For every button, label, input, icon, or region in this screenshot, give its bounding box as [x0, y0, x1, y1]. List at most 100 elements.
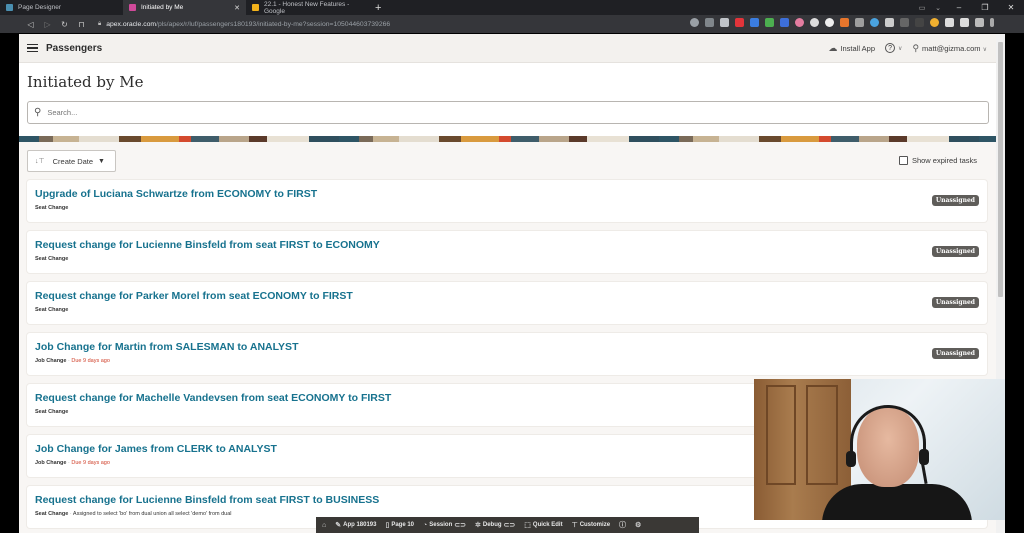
task-title-link[interactable]: Job Change for Martin from SALESMAN to A…	[35, 341, 979, 353]
window-controls: ▭ ⌄ – ❐ ✕	[914, 0, 1024, 15]
search-input[interactable]	[47, 108, 982, 117]
cursor-icon: ⬚	[524, 522, 531, 529]
tab-label: 22.1 - Honest New Features - Google	[264, 0, 350, 15]
forward-icon[interactable]: ▷	[39, 20, 56, 29]
show-expired-checkbox[interactable]	[898, 156, 908, 165]
tab-label: Initiated by Me	[141, 4, 184, 11]
earcup-left	[846, 451, 856, 467]
screen: Page Designer Initiated by Me ✕ 22.1 - H…	[0, 0, 1024, 533]
webcam-overlay	[754, 379, 1005, 520]
quick-edit-button[interactable]: ⬚ Quick Edit	[524, 521, 562, 529]
toggle-icon: ⊂⊃	[454, 522, 466, 529]
task-card[interactable]: Upgrade of Luciana Schwartze from ECONOM…	[27, 180, 987, 222]
extension-pink-icon[interactable]	[795, 18, 804, 27]
tab-label: Page Designer	[18, 4, 61, 11]
task-type: Seat Change	[35, 409, 69, 415]
caret-down-icon: ▼	[98, 157, 105, 165]
menu-icon[interactable]	[990, 18, 994, 27]
session-button[interactable]: ◔ Session ⊂⊃	[423, 521, 466, 530]
paint-roller-icon: ⊤	[571, 522, 578, 529]
sidebar-icon[interactable]	[960, 18, 969, 27]
task-meta: Job Change · Due 9 days ago	[35, 358, 110, 364]
user-icon: ⚲	[912, 42, 920, 53]
extensions-puzzle-icon[interactable]	[945, 18, 954, 27]
cloud-download-icon: ☁	[828, 42, 838, 53]
chevron-down-icon[interactable]: ⌄	[930, 4, 946, 12]
install-app-button[interactable]: ☁ Install App	[828, 43, 875, 54]
task-title-link[interactable]: Request change for Lucienne Binsfeld fro…	[35, 239, 979, 251]
share-icon[interactable]	[705, 18, 714, 27]
extension-camera-icon[interactable]	[855, 18, 864, 27]
status-badge: Unassigned	[931, 297, 979, 308]
address-bar: ◁ ▷ ↻ ⊓ 🔒︎ apex.oracle.com /pls/apex/r/l…	[0, 15, 1024, 33]
due-date: Due 9 days ago	[71, 460, 110, 466]
extension-circle-icon[interactable]	[810, 18, 819, 27]
headset-icon	[850, 405, 926, 461]
bookmark-icon[interactable]: ⊓	[73, 20, 90, 29]
install-icon[interactable]	[690, 18, 699, 27]
session-label: Session	[429, 522, 453, 528]
hamburger-menu-icon[interactable]	[27, 43, 38, 53]
search-icon: ⚲	[34, 107, 42, 118]
task-card[interactable]: Request change for Lucienne Binsfeld fro…	[27, 231, 987, 273]
extension-diamond-icon[interactable]	[870, 18, 879, 27]
extension-yellow-icon[interactable]	[930, 18, 939, 27]
task-type: Seat Change	[35, 256, 69, 262]
task-title-link[interactable]: Upgrade of Luciana Schwartze from ECONOM…	[35, 188, 979, 200]
extension-square-icon[interactable]	[885, 18, 894, 27]
debug-button[interactable]: ✲ Debug ⊂⊃	[475, 521, 515, 529]
show-expired-toggle[interactable]: Show expired tasks	[898, 156, 977, 165]
scrollbar-thumb[interactable]	[998, 42, 1003, 297]
extension-green-icon[interactable]	[765, 18, 774, 27]
extension-dark-circle-icon[interactable]	[825, 18, 834, 27]
restore-button[interactable]: ❐	[972, 3, 998, 12]
info-button[interactable]: ⓘ	[619, 520, 626, 530]
extension-translate-icon[interactable]	[750, 18, 759, 27]
debug-label: Debug	[482, 522, 502, 528]
url-field[interactable]: 🔒︎ apex.oracle.com /pls/apex/r/luf/passe…	[98, 21, 390, 28]
developer-toolbar: ⌂ ✎ App 180193 ▯ Page 10 ◔ Session ⊂⊃ ✲ Debug…	[316, 517, 699, 533]
app-header: Passengers ☁ Install App ? ∨ ⚲ matt@gizma.c…	[19, 34, 1005, 63]
search-field[interactable]: ⚲	[27, 101, 989, 124]
title-region: Initiated by Me ⚲	[19, 63, 1005, 136]
tab-search-icon[interactable]: ▭	[914, 4, 930, 12]
list-toolbar: ↓⊤ Create Date ▼ Show expired tasks	[19, 142, 1005, 180]
extension-m-icon[interactable]	[915, 18, 924, 27]
minimize-button[interactable]: –	[946, 3, 972, 12]
help-menu-button[interactable]: ? ∨	[885, 43, 902, 53]
brave-rewards-icon[interactable]	[735, 18, 744, 27]
task-meta: Seat Change	[35, 205, 979, 211]
close-tab-icon[interactable]: ✕	[234, 4, 240, 12]
page-icon: ▯	[385, 522, 390, 529]
tab-initiated-by-me[interactable]: Initiated by Me ✕	[123, 0, 246, 15]
tab-page-designer[interactable]: Page Designer	[0, 0, 123, 15]
customize-button[interactable]: ⊤ Customize	[572, 521, 610, 529]
page-button[interactable]: ▯ Page 10	[385, 521, 414, 529]
app-button[interactable]: ✎ App 180193	[335, 521, 376, 529]
task-meta: Seat Change	[35, 256, 979, 262]
task-card[interactable]: Job Change for Martin from SALESMAN to A…	[27, 333, 987, 375]
extension-blue-icon[interactable]	[780, 18, 789, 27]
page-label: Page 10	[391, 522, 415, 528]
sort-by-button[interactable]: ↓⊤ Create Date ▼	[27, 150, 116, 172]
user-email: matt@gizma.com	[922, 43, 981, 53]
app-name[interactable]: Passengers	[46, 43, 102, 54]
page-title: Initiated by Me	[27, 73, 144, 91]
extension-orange-icon[interactable]	[840, 18, 849, 27]
new-tab-button[interactable]: +	[375, 2, 381, 14]
task-title-link[interactable]: Request change for Parker Morel from sea…	[35, 290, 979, 302]
tab-google-slides[interactable]: 22.1 - Honest New Features - Google	[246, 0, 369, 15]
brave-shield-icon[interactable]	[720, 18, 729, 27]
session-icon: ◔	[423, 521, 428, 529]
settings-button[interactable]: ⚙	[635, 521, 641, 529]
user-menu-button[interactable]: ⚲ matt@gizma.com ∨	[912, 43, 987, 54]
toggle-icon: ⊂⊃	[503, 522, 516, 529]
reload-icon[interactable]: ↻	[56, 20, 73, 29]
extension-x-icon[interactable]	[900, 18, 909, 27]
wallet-icon[interactable]	[975, 18, 984, 27]
chevron-down-icon: ∨	[982, 46, 987, 53]
back-icon[interactable]: ◁	[22, 20, 39, 29]
task-card[interactable]: Request change for Parker Morel from sea…	[27, 282, 987, 324]
close-window-button[interactable]: ✕	[998, 3, 1024, 12]
home-button[interactable]: ⌂	[322, 522, 326, 529]
